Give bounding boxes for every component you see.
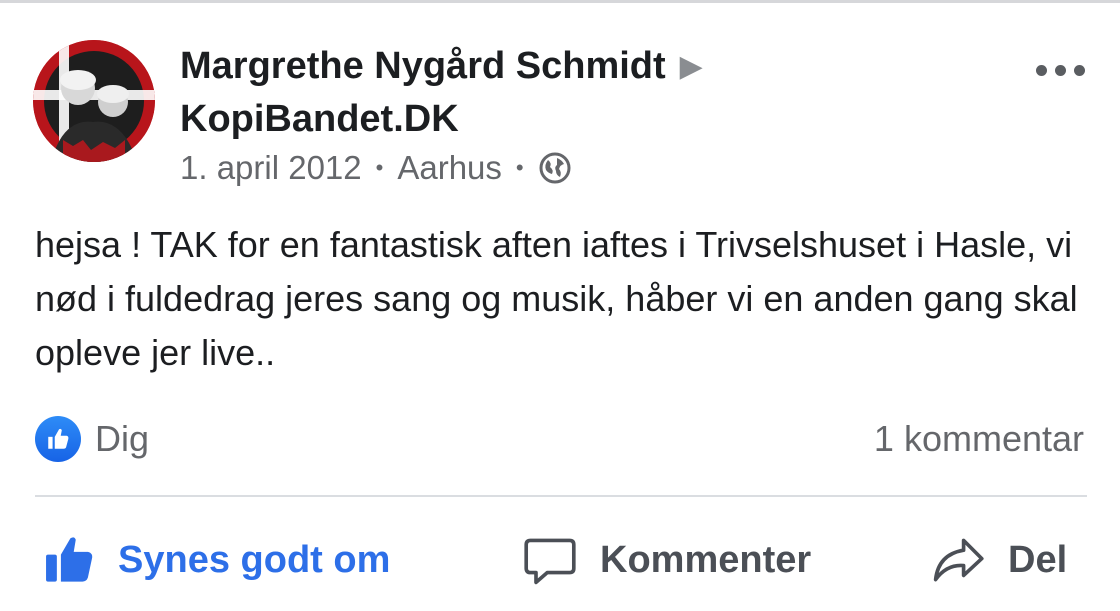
like-reaction-icon [35,416,81,462]
post-meta: 1. april 2012 • Aarhus • [180,146,572,190]
post-date[interactable]: 1. april 2012 [180,146,362,190]
comment-label: Kommenter [600,538,812,581]
share-button[interactable]: Del [930,520,1067,600]
dot [1036,64,1047,76]
share-label: Del [1008,538,1068,581]
like-button[interactable]: Synes godt om [42,520,390,600]
comment-bubble-icon [524,538,576,585]
globe-icon [538,151,572,185]
post-text: hejsa ! TAK for en fantastisk aften iaft… [35,224,1078,373]
thumbs-up-icon [46,537,93,582]
post-author-line: Margrethe Nygård Schmidt ▶ KopiBandet.DK [180,40,880,145]
post-location[interactable]: Aarhus [397,146,502,190]
divider [35,495,1087,497]
action-bar: Synes godt om Kommenter Del [0,520,1120,600]
more-options-icon[interactable] [1036,60,1092,80]
likes-summary[interactable]: Dig [35,416,149,462]
target-page-name[interactable]: KopiBandet.DK [180,98,459,140]
author-name[interactable]: Margrethe Nygård Schmidt [180,45,666,87]
separator: • [515,155,524,180]
like-label: Synes godt om [118,538,391,581]
comments-count[interactable]: 1 kommentar [874,416,1084,462]
play-arrow-icon: ▶ [679,50,703,83]
dot [1074,64,1085,76]
separator: • [375,155,384,180]
comment-button[interactable]: Kommenter [522,520,811,600]
top-divider [0,0,1120,3]
share-arrow-icon [933,538,984,582]
dot [1055,64,1066,76]
avatar[interactable] [33,40,155,162]
likes-label: Dig [95,418,150,459]
avatar-image [33,40,155,162]
